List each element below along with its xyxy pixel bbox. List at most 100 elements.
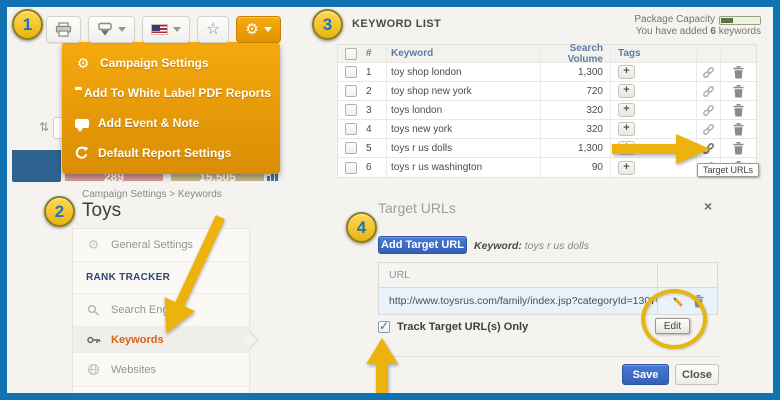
- add-tag-button[interactable]: +: [618, 84, 635, 98]
- delete-icon[interactable]: [733, 85, 744, 98]
- dialog-keyword-line: Keyword: toys r us dolls: [474, 240, 589, 252]
- search-volume-cell: 720: [540, 82, 610, 100]
- print-button[interactable]: [46, 16, 81, 43]
- keyword-row-3: 3 toys london 320 +: [338, 101, 756, 120]
- row-number: 5: [364, 143, 386, 154]
- chevron-down-icon: [264, 27, 272, 32]
- star-icon: ☆: [206, 22, 220, 38]
- keyword-row-2: 2 toy shop new york 720 +: [338, 82, 756, 101]
- globe-icon: [86, 363, 101, 376]
- package-capacity-fill: [721, 18, 733, 23]
- search-volume-cell: 1,300: [540, 139, 610, 157]
- add-target-url-button[interactable]: Add Target URL: [378, 236, 467, 254]
- keyword-cell: toys r us washington: [386, 158, 540, 177]
- menu-item-default-report-settings[interactable]: Default Report Settings: [62, 139, 280, 167]
- added-keywords-count: 6: [710, 26, 716, 37]
- sidebar-item-websites[interactable]: Websites: [73, 353, 249, 387]
- keyword-label: Keyword:: [474, 240, 522, 252]
- column-header-keyword: Keyword: [386, 45, 540, 62]
- search-volume-cell: 320: [540, 120, 610, 138]
- add-tag-button[interactable]: +: [618, 65, 635, 79]
- track-target-url-label: Track Target URL(s) Only: [397, 321, 528, 333]
- sidebar-section-rank-tracker: RANK TRACKER: [73, 262, 249, 294]
- sidebar-item-label: Websites: [111, 364, 156, 376]
- add-tag-button[interactable]: +: [618, 103, 635, 117]
- page-title: Toys: [82, 200, 121, 222]
- background-cell-blue: [12, 150, 61, 182]
- menu-item-add-event-note[interactable]: Add Event & Note: [62, 109, 280, 137]
- target-urls-tooltip: Target URLs: [697, 163, 759, 177]
- keyword-cell: toy shop new york: [386, 82, 540, 100]
- sidebar-item-label: General Settings: [111, 239, 193, 251]
- search-volume-cell: 1,300: [540, 63, 610, 81]
- column-header-url: URL: [379, 269, 657, 281]
- close-icon[interactable]: ×: [704, 198, 712, 214]
- delete-icon[interactable]: [733, 104, 744, 117]
- annotation-arrow-target-urls: [612, 134, 710, 164]
- step-badge-2: 2: [44, 196, 75, 227]
- keyword-list-title: KEYWORD LIST: [352, 18, 441, 30]
- language-button[interactable]: [142, 16, 190, 43]
- step-badge-3: 3: [312, 9, 343, 40]
- us-flag-icon: [151, 24, 168, 35]
- delete-icon[interactable]: [733, 123, 744, 136]
- menu-item-label: Add To White Label PDF Reports: [84, 86, 271, 100]
- row-number: 2: [364, 86, 386, 97]
- step-badge-4: 4: [346, 212, 377, 243]
- menu-item-campaign-settings[interactable]: ⚙ Campaign Settings: [62, 49, 280, 77]
- sidebar-item-label: Keywords: [111, 334, 164, 346]
- save-button[interactable]: Save: [622, 364, 669, 385]
- keyword-cell: toy shop london: [386, 63, 540, 81]
- edit-button[interactable]: Edit: [655, 318, 690, 334]
- row-checkbox[interactable]: [345, 85, 357, 97]
- target-urls-link-icon[interactable]: [702, 104, 715, 117]
- added-keywords-text: You have added: [636, 26, 708, 37]
- printer-icon: [55, 22, 72, 37]
- chevron-down-icon: [118, 27, 126, 32]
- track-target-url-setting: Track Target URL(s) Only: [378, 321, 528, 333]
- target-urls-link-icon[interactable]: [702, 85, 715, 98]
- row-checkbox[interactable]: [345, 123, 357, 135]
- url-table-header: URL: [379, 263, 717, 288]
- keyword-row-1: 1 toy shop london 1,300 +: [338, 63, 756, 82]
- row-checkbox[interactable]: [345, 142, 357, 154]
- package-capacity-label: Package Capacity: [634, 14, 715, 26]
- gear-icon: ⚙: [86, 237, 101, 253]
- breadcrumb: Campaign Settings > Keywords: [82, 189, 222, 200]
- step-number: 2: [55, 202, 64, 222]
- row-checkbox[interactable]: [345, 104, 357, 116]
- keyword-cell: toys r us dolls: [386, 139, 540, 157]
- column-header-tags: Tags: [610, 45, 696, 62]
- menu-item-label: Add Event & Note: [98, 116, 199, 130]
- row-number: 3: [364, 105, 386, 116]
- search-volume-cell: 90: [540, 158, 610, 177]
- package-capacity: Package Capacity You have added 6 keywor…: [634, 14, 761, 38]
- select-all-checkbox[interactable]: [345, 48, 357, 60]
- favorite-button[interactable]: ☆: [197, 16, 229, 43]
- row-checkbox[interactable]: [345, 66, 357, 78]
- keyword-cell: toys new york: [386, 120, 540, 138]
- menu-item-white-label-pdf[interactable]: Add To White Label PDF Reports: [62, 79, 280, 107]
- selected-item-notch: [242, 332, 259, 349]
- target-urls-link-icon[interactable]: [702, 66, 715, 79]
- close-button[interactable]: Close: [675, 364, 719, 385]
- settings-menu-button[interactable]: ⚙: [236, 16, 280, 43]
- added-keywords-text: keywords: [719, 26, 761, 37]
- comment-icon: [75, 119, 89, 128]
- tutorial-screenshot-frame: 1 ☆ ⚙ ⇅ 289 15,505 ⚙ Campaign Settings: [0, 0, 780, 400]
- row-checkbox[interactable]: [345, 162, 357, 174]
- delete-icon[interactable]: [733, 142, 744, 155]
- keyword-table-header: # Keyword Search Volume Tags: [338, 45, 756, 63]
- export-download-icon: [97, 22, 113, 37]
- delete-icon[interactable]: [733, 66, 744, 79]
- target-url-value: http://www.toysrus.com/family/index.jsp?…: [379, 295, 657, 307]
- gear-icon: ⚙: [245, 22, 258, 37]
- report-toolbar: ☆ ⚙: [46, 16, 281, 43]
- track-target-url-checkbox[interactable]: [378, 321, 390, 333]
- row-number: 6: [364, 162, 386, 173]
- step-number: 4: [357, 218, 366, 238]
- search-volume-cell: 320: [540, 101, 610, 119]
- refresh-icon: [75, 146, 89, 160]
- column-header-num: #: [364, 48, 386, 59]
- export-button[interactable]: [88, 16, 135, 43]
